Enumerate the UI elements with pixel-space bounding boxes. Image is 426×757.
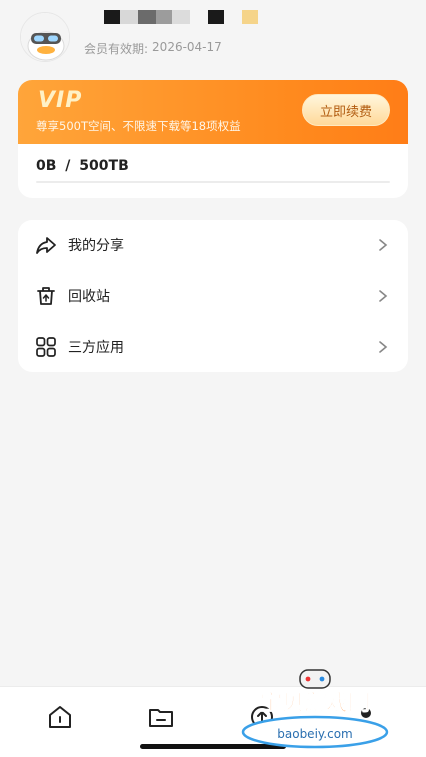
vip-card[interactable]: VIP 尊享500T空间、不限速下载等18项权益 立即续费 0B / 500TB	[18, 80, 408, 198]
renew-button[interactable]: 立即续费	[302, 94, 390, 126]
folder-icon[interactable]	[147, 703, 175, 731]
share-icon	[36, 237, 56, 254]
avatar[interactable]	[20, 12, 70, 62]
storage-total: 500TB	[79, 158, 129, 174]
storage-separator: /	[65, 158, 71, 174]
recycle-bin-icon	[37, 287, 55, 305]
storage-usage: 0B / 500TB	[36, 158, 129, 174]
menu-item-label: 回收站	[68, 289, 110, 305]
chevron-right-icon	[379, 341, 388, 353]
member-expiry: 会员有效期: 2026-04-17	[84, 40, 222, 57]
storage-used: 0B	[36, 158, 57, 174]
member-expiry-label: 会员有效期:	[84, 42, 149, 56]
menu-item-recycle-bin[interactable]: 回收站	[18, 271, 408, 321]
menu-item-third-party-apps[interactable]: 三方应用	[18, 322, 408, 372]
storage-progress-bar	[36, 181, 390, 183]
duck-avatar-icon	[21, 13, 69, 61]
vip-benefits-text: 尊享500T空间、不限速下载等18项权益	[36, 119, 241, 133]
vip-banner[interactable]: VIP 尊享500T空间、不限速下载等18项权益 立即续费	[18, 80, 408, 144]
member-expiry-date: 2026-04-17	[152, 40, 222, 54]
chevron-right-icon	[379, 290, 388, 302]
menu-item-my-share[interactable]: 我的分享	[18, 220, 408, 270]
menu-item-label: 三方应用	[68, 340, 124, 356]
username-masked	[104, 9, 258, 25]
menu-item-label: 我的分享	[68, 238, 124, 254]
apps-grid-icon	[36, 337, 56, 357]
vip-logo: VIP	[38, 88, 83, 113]
home-icon[interactable]	[46, 703, 74, 731]
menu-card: 我的分享 回收站 三方应用	[18, 220, 408, 372]
watermark-url: baobeiy.com	[277, 727, 352, 741]
chevron-right-icon	[379, 239, 388, 251]
watermark-logo: 宝贝游戏网 baobeiy.com	[241, 669, 389, 749]
watermark-text: 宝贝游戏网	[260, 690, 370, 716]
profile-header: 会员有效期: 2026-04-17	[0, 0, 426, 70]
